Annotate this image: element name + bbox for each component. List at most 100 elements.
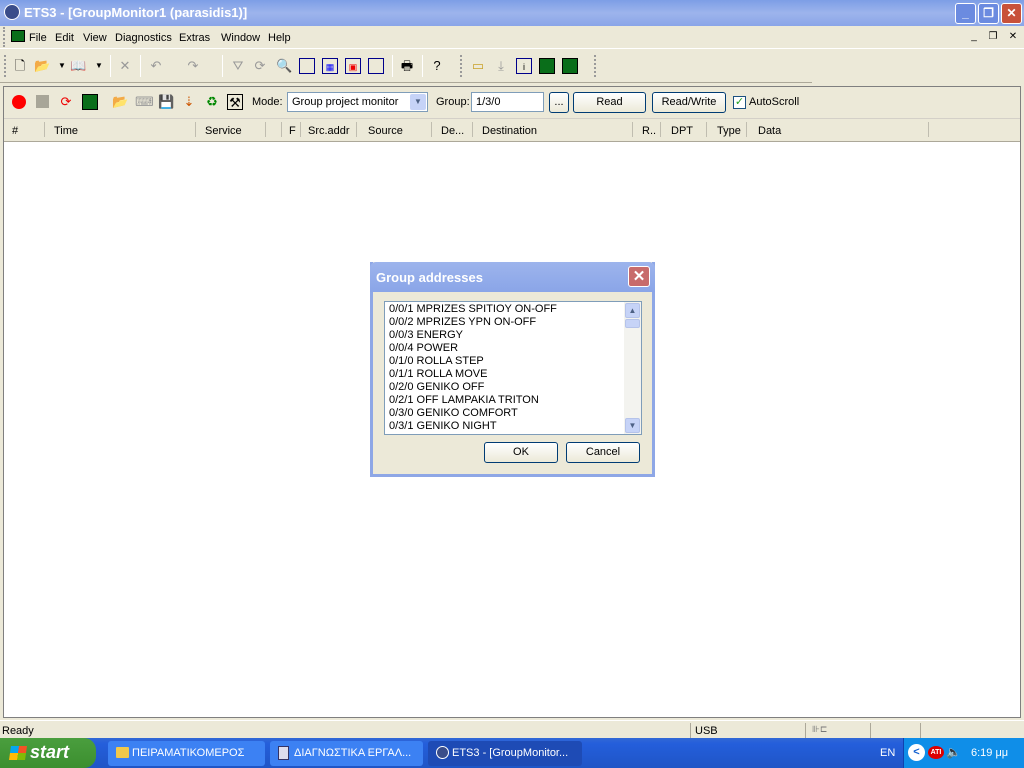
grip-handle[interactable]	[460, 55, 463, 77]
menu-file[interactable]: File	[29, 32, 47, 44]
menu-diagnostics[interactable]: Diagnostics	[115, 32, 172, 44]
col-dest-addr[interactable]: De...	[441, 125, 464, 137]
browse-button[interactable]: ...	[549, 92, 569, 113]
read-button[interactable]: Read	[573, 92, 646, 113]
panel-view-icon[interactable]	[368, 58, 384, 74]
group-address-item[interactable]: 0/2/0 GENIKO OFF	[389, 381, 484, 394]
restore-button[interactable]: ❐	[978, 3, 999, 24]
start-button[interactable]: start	[0, 738, 96, 768]
mode-select[interactable]: Group project monitor ▼	[287, 92, 428, 112]
import-icon[interactable]: ⇣	[181, 94, 197, 110]
tools-icon[interactable]: ⚒	[227, 94, 243, 110]
read-write-button[interactable]: Read/Write	[652, 92, 726, 113]
group-address-item[interactable]: 0/1/0 ROLLA STEP	[389, 355, 484, 368]
refresh-icon[interactable]: ⟳	[252, 58, 268, 74]
print-icon[interactable]: 🖶	[399, 58, 415, 74]
show-hidden-icons-button[interactable]: <	[908, 744, 925, 761]
col-time[interactable]: Time	[54, 125, 78, 137]
chevron-down-icon[interactable]: ▼	[410, 94, 426, 110]
open-folder-icon[interactable]: 📂	[34, 58, 50, 74]
group-address-item[interactable]: 0/3/0 GENIKO COMFORT	[389, 407, 518, 420]
col-src-addr[interactable]: Src.addr	[308, 125, 350, 137]
clock[interactable]: 6:19 μμ	[971, 747, 1008, 759]
ok-button[interactable]: OK	[484, 442, 558, 463]
ati-icon[interactable]: ATI	[928, 746, 944, 759]
menu-extras[interactable]: Extras	[179, 32, 210, 44]
menu-window[interactable]: Window	[221, 32, 260, 44]
open-folder-icon[interactable]: 📂	[112, 94, 128, 110]
col-number[interactable]: #	[12, 125, 18, 137]
mdi-minimize-button[interactable]: _	[966, 30, 982, 44]
grid-view-icon[interactable]: ▣	[345, 58, 361, 74]
language-indicator[interactable]: EN	[880, 747, 895, 759]
taskbar-item-document[interactable]: ΔΙΑΓΝΩΣΤΙΚΑ ΕΡΓΑΛ...	[270, 741, 423, 766]
column-header: # Time Service F Src.addr Source De... D…	[4, 118, 1020, 140]
redo-icon[interactable]: ↷	[185, 58, 201, 74]
col-r[interactable]: R..	[642, 125, 656, 137]
volume-icon[interactable]: 🔈	[946, 745, 961, 759]
scroll-down-icon[interactable]: ▼	[625, 418, 640, 433]
dialog-close-button[interactable]: ✕	[628, 266, 650, 287]
info-icon[interactable]: i	[516, 58, 532, 74]
group-input[interactable]: 1/3/0	[471, 92, 544, 112]
grip-handle[interactable]	[4, 55, 7, 77]
taskbar-item-folder[interactable]: ΠΕΙΡΑΜΑΤΙΚΟΜΕΡΟΣ	[108, 741, 265, 766]
group-address-item[interactable]: 0/3/1 GENIKO NIGHT	[389, 420, 497, 433]
download-icon[interactable]: ⤓	[493, 58, 509, 74]
book-icon[interactable]: 📖	[70, 58, 86, 74]
menu-view[interactable]: View	[83, 32, 107, 44]
delete-icon[interactable]: ✕	[117, 58, 133, 74]
keyboard-icon[interactable]: ⌨	[135, 94, 154, 110]
monitor-icon[interactable]	[539, 58, 555, 74]
col-data[interactable]: Data	[758, 125, 781, 137]
record-icon[interactable]	[12, 95, 26, 109]
table-view-icon[interactable]: ▦	[322, 58, 338, 74]
scroll-up-icon[interactable]: ▲	[625, 303, 640, 318]
group-address-item[interactable]: 0/0/4 POWER	[389, 342, 458, 355]
autoscroll-checkbox[interactable]: ✓	[733, 96, 746, 109]
col-destination[interactable]: Destination	[482, 125, 537, 137]
undo-icon[interactable]: ↶	[148, 58, 164, 74]
window-view-icon[interactable]	[299, 58, 315, 74]
cancel-button[interactable]: Cancel	[566, 442, 640, 463]
group-address-item[interactable]: 0/0/3 ENERGY	[389, 329, 463, 342]
grip-handle[interactable]	[594, 55, 597, 77]
mdi-restore-button[interactable]: ❐	[985, 30, 1001, 44]
monitor-icon[interactable]	[82, 94, 98, 110]
stop-icon[interactable]	[36, 95, 49, 108]
new-icon[interactable]: 🗋	[12, 58, 28, 74]
grip-handle[interactable]	[3, 27, 6, 47]
filter-icon[interactable]: ⛛	[230, 58, 246, 74]
group-address-item[interactable]: 0/0/1 MPRIZES SPITIOY ON-OFF	[389, 303, 557, 316]
save-icon[interactable]: 💾	[158, 94, 174, 110]
mode-label: Mode:	[252, 96, 283, 108]
dropdown-arrow-icon[interactable]: ▼	[54, 58, 70, 74]
app-icon[interactable]	[4, 4, 20, 20]
scroll-thumb[interactable]	[625, 319, 640, 328]
mdi-close-button[interactable]: ✕	[1005, 30, 1021, 44]
col-f[interactable]: F	[289, 125, 296, 137]
dropdown-arrow-icon[interactable]: ▼	[91, 58, 107, 74]
minimize-button[interactable]: _	[955, 3, 976, 24]
cycle-icon[interactable]: ⟳	[58, 94, 74, 110]
document-icon[interactable]	[11, 30, 25, 42]
col-dpt[interactable]: DPT	[671, 125, 693, 137]
group-address-item[interactable]: 0/2/1 OFF LAMPAKIA TRITON	[389, 394, 539, 407]
menu-help[interactable]: Help	[268, 32, 291, 44]
recycle-bin-icon[interactable]: ♻	[204, 94, 220, 110]
device-icon[interactable]: ▭	[470, 58, 486, 74]
search-icon[interactable]: 🔍	[276, 58, 292, 74]
col-service[interactable]: Service	[205, 125, 242, 137]
help-search-icon[interactable]: ?	[429, 58, 445, 74]
menu-edit[interactable]: Edit	[55, 32, 74, 44]
close-button[interactable]: ✕	[1001, 3, 1022, 24]
vertical-scrollbar[interactable]: ▲ ▼	[624, 302, 641, 434]
group-address-item[interactable]: 0/1/1 ROLLA MOVE	[389, 368, 487, 381]
ets-icon	[436, 746, 449, 759]
taskbar-item-ets3[interactable]: ETS3 - [GroupMonitor...	[428, 741, 582, 766]
group-address-list[interactable]: 0/0/1 MPRIZES SPITIOY ON-OFF 0/0/2 MPRIZE…	[384, 301, 642, 435]
bus-monitor-icon[interactable]	[562, 58, 578, 74]
col-type[interactable]: Type	[717, 125, 741, 137]
group-address-item[interactable]: 0/0/2 MPRIZES YPN ON-OFF	[389, 316, 536, 329]
col-source[interactable]: Source	[368, 125, 403, 137]
